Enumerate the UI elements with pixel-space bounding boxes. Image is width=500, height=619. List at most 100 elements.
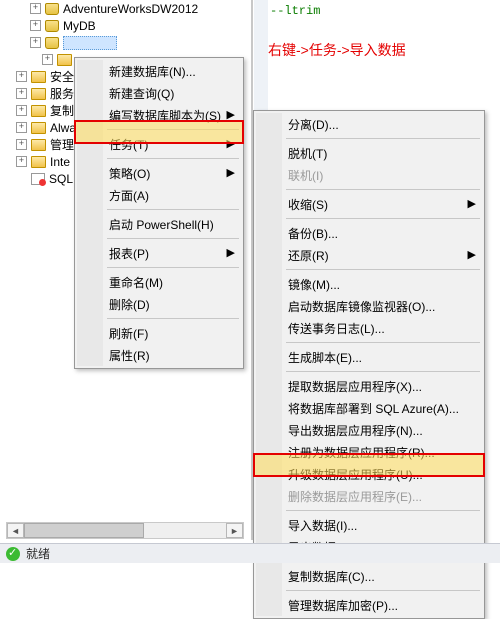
menu-item-label: 传送事务日志(L)... xyxy=(288,320,385,337)
tree-item[interactable]: + MyDB xyxy=(6,17,246,34)
database-icon xyxy=(45,37,59,49)
menu-item-label: 导入数据(I)... xyxy=(288,517,357,534)
annotation-text: 右键->任务->导入数据 xyxy=(268,40,406,60)
scroll-track[interactable] xyxy=(24,523,226,538)
tree-item-label: SQL xyxy=(49,172,73,186)
menu-item-label: 新建数据库(N)... xyxy=(109,63,196,80)
menu-item-label: 报表(P) xyxy=(109,245,149,262)
menu-item-label: 复制数据库(C)... xyxy=(288,568,375,585)
menu-item-label: 删除(D) xyxy=(109,296,150,313)
expand-icon[interactable]: + xyxy=(16,122,27,133)
menu-separator xyxy=(286,189,480,190)
submenu-arrow-icon: ▶ xyxy=(227,108,235,121)
menu-item[interactable]: 收缩(S)▶ xyxy=(256,193,482,215)
menu-separator xyxy=(286,590,480,591)
sql-agent-icon xyxy=(31,173,45,185)
menu-item-label: 脱机(T) xyxy=(288,145,327,162)
database-icon xyxy=(45,3,59,15)
menu-item[interactable]: 脱机(T) xyxy=(256,142,482,164)
menu-separator xyxy=(107,129,239,130)
tree-item-label: AdventureWorksDW2012 xyxy=(63,2,198,16)
tree-item-label: Inte xyxy=(50,155,70,169)
submenu-arrow-icon: ▶ xyxy=(227,137,235,150)
menu-item[interactable]: 生成脚本(E)... xyxy=(256,346,482,368)
menu-item[interactable]: 导出数据层应用程序(N)... xyxy=(256,419,482,441)
menu-item-label: 刷新(F) xyxy=(109,325,148,342)
menu-item[interactable]: 任务(T) ▶ xyxy=(77,133,241,155)
menu-item[interactable]: 导入数据(I)... xyxy=(256,514,482,536)
menu-item[interactable]: 刷新(F) xyxy=(77,322,241,344)
menu-item[interactable]: 分离(D)... xyxy=(256,113,482,135)
expand-icon[interactable]: + xyxy=(30,37,41,48)
menu-item-label: 联机(I) xyxy=(288,167,323,184)
menu-item-label: 备份(B)... xyxy=(288,225,338,242)
expand-icon[interactable]: + xyxy=(30,20,41,31)
folder-icon xyxy=(31,139,46,151)
tree-item-label: 安全 xyxy=(50,68,74,85)
expand-icon[interactable]: + xyxy=(16,156,27,167)
submenu-arrow-icon: ▶ xyxy=(227,246,235,259)
menu-item[interactable]: 传送事务日志(L)... xyxy=(256,317,482,339)
menu-item[interactable]: 注册为数据层应用程序(R)... xyxy=(256,441,482,463)
tree-item-label: 服务 xyxy=(50,85,74,102)
menu-item-label: 镜像(M)... xyxy=(288,276,340,293)
menu-item[interactable]: 还原(R)▶ xyxy=(256,244,482,266)
tree-item[interactable]: + AdventureWorksDW2012 xyxy=(6,0,246,17)
menu-item[interactable]: 备份(B)... xyxy=(256,222,482,244)
menu-item-label: 任务(T) xyxy=(109,136,148,153)
menu-separator xyxy=(107,267,239,268)
expand-icon[interactable]: + xyxy=(30,3,41,14)
menu-item[interactable]: 启动数据库镜像监视器(O)... xyxy=(256,295,482,317)
menu-item[interactable]: 编写数据库脚本为(S) ▶ xyxy=(77,104,241,126)
context-menu-database: 新建数据库(N)...新建查询(Q)编写数据库脚本为(S)▶任务(T)▶策略(O… xyxy=(74,57,244,369)
menu-item[interactable]: 新建数据库(N)... xyxy=(77,60,241,82)
menu-item-label: 启动 PowerShell(H) xyxy=(109,216,214,233)
menu-item[interactable]: 镜像(M)... xyxy=(256,273,482,295)
menu-item-label: 收缩(S) xyxy=(288,196,328,213)
menu-separator xyxy=(107,318,239,319)
menu-item[interactable]: 删除(D) xyxy=(77,293,241,315)
menu-item[interactable]: 管理数据库加密(P)... xyxy=(256,594,482,616)
menu-item: 联机(I) xyxy=(256,164,482,186)
menu-item[interactable]: 将数据库部署到 SQL Azure(A)... xyxy=(256,397,482,419)
menu-item[interactable]: 复制数据库(C)... xyxy=(256,565,482,587)
menu-item[interactable]: 报表(P) ▶ xyxy=(77,242,241,264)
menu-item[interactable]: 新建查询(Q) xyxy=(77,82,241,104)
folder-icon xyxy=(31,105,46,117)
menu-separator xyxy=(286,371,480,372)
menu-separator xyxy=(286,269,480,270)
menu-item-label: 导出数据层应用程序(N)... xyxy=(288,422,423,439)
menu-item-label: 启动数据库镜像监视器(O)... xyxy=(288,298,435,315)
scroll-thumb[interactable] xyxy=(24,523,144,538)
menu-item[interactable]: 提取数据层应用程序(X)... xyxy=(256,375,482,397)
menu-item[interactable]: 策略(O)▶ xyxy=(77,162,241,184)
folder-icon xyxy=(31,88,46,100)
menu-item[interactable]: 属性(R) xyxy=(77,344,241,366)
expand-icon[interactable]: + xyxy=(42,54,53,65)
expand-icon[interactable]: + xyxy=(16,105,27,116)
menu-separator xyxy=(107,238,239,239)
tree-item-label: MyDB xyxy=(63,19,96,33)
menu-item-label: 方面(A) xyxy=(109,187,149,204)
menu-item[interactable]: 方面(A) xyxy=(77,184,241,206)
expand-icon[interactable]: + xyxy=(16,139,27,150)
tree-item[interactable]: + xyxy=(6,34,246,51)
status-bar: 就绪 xyxy=(0,543,500,563)
folder-icon xyxy=(31,156,46,168)
horizontal-scrollbar[interactable]: ◄ ► xyxy=(6,522,244,539)
menu-item-label: 重命名(M) xyxy=(109,274,163,291)
scroll-right-button[interactable]: ► xyxy=(226,523,243,538)
menu-item-label: 生成脚本(E)... xyxy=(288,349,362,366)
menu-item[interactable]: 重命名(M) xyxy=(77,271,241,293)
menu-item-label: 注册为数据层应用程序(R)... xyxy=(288,444,435,461)
submenu-arrow-icon: ▶ xyxy=(227,166,235,179)
menu-item[interactable]: 启动 PowerShell(H) xyxy=(77,213,241,235)
folder-icon xyxy=(57,54,72,66)
expand-icon[interactable]: + xyxy=(16,88,27,99)
menu-item-label: 编写数据库脚本为(S) xyxy=(109,107,221,124)
menu-separator xyxy=(107,209,239,210)
expand-icon[interactable]: + xyxy=(16,71,27,82)
menu-item-label: 将数据库部署到 SQL Azure(A)... xyxy=(288,400,459,417)
menu-item[interactable]: 升级数据层应用程序(U)... xyxy=(256,463,482,485)
scroll-left-button[interactable]: ◄ xyxy=(7,523,24,538)
